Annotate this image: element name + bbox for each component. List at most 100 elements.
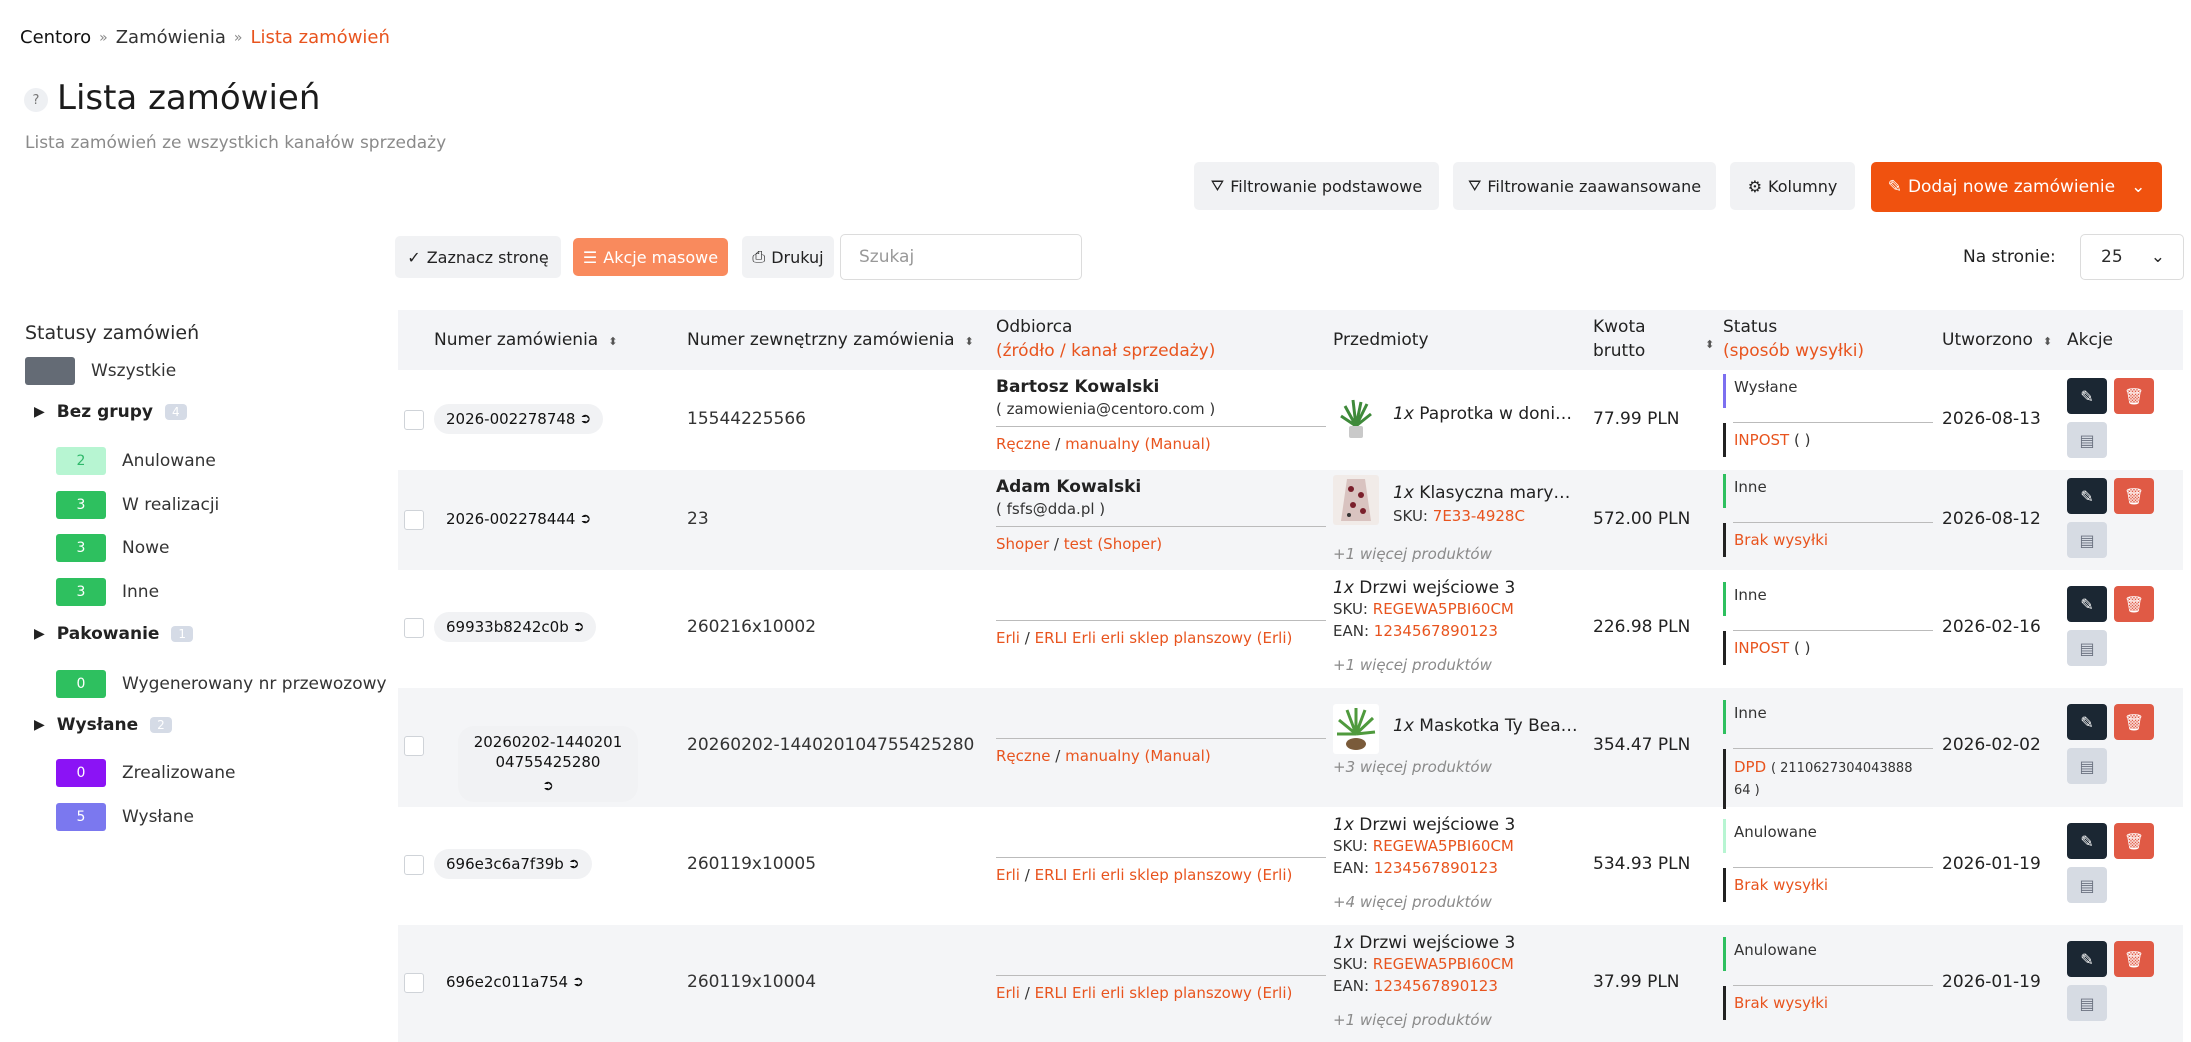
columns-button[interactable]: ⚙ Kolumny (1730, 162, 1855, 210)
order-amount: 226.98 PLN (1593, 617, 1691, 637)
filter-icon: ⛛ (1467, 176, 1482, 195)
header-status: Status (sposób wysyłki) (1723, 317, 1865, 361)
recipient: Erli / ERLI Erli erli sklep planszowy (E… (996, 969, 1326, 1002)
edit-icon: ✎ (1887, 177, 1902, 197)
status-wyslane[interactable]: 5 Wysłane (56, 803, 194, 831)
row-checkbox[interactable] (404, 410, 424, 430)
product-thumbnail-plant (1333, 704, 1379, 754)
status-count: 5 (56, 803, 106, 831)
delete-button[interactable]: 🗑 (2114, 941, 2154, 977)
delete-button[interactable]: 🗑 (2114, 704, 2154, 740)
status-inne[interactable]: 3 Inne (56, 578, 159, 606)
header-external-number[interactable]: Numer zewnętrzny zamówienia ⬍ (687, 328, 974, 354)
header-created[interactable]: Utworzono ⬍ (1942, 328, 2052, 354)
row-checkbox[interactable] (404, 855, 424, 875)
created-date: 2026-01-19 (1942, 972, 2041, 992)
table-row: 2026-002278748 ➲ 15544225566 Bartosz Kowa… (398, 370, 2183, 470)
arrow-circle-icon: ➲ (572, 619, 585, 635)
bulk-actions-button[interactable]: ☰ Akcje masowe (573, 238, 728, 276)
group-bez-grupy[interactable]: ▶ Bez grupy 4 (34, 402, 187, 422)
row-checkbox[interactable] (404, 973, 424, 993)
delete-button[interactable]: 🗑 (2114, 586, 2154, 622)
status-zrealizowane[interactable]: 0 Zrealizowane (56, 759, 235, 787)
group-pakowanie[interactable]: ▶ Pakowanie 1 (34, 624, 194, 644)
delete-button[interactable]: 🗑 (2114, 478, 2154, 514)
edit-button[interactable]: ✎ (2067, 478, 2107, 514)
order-number[interactable]: 20260202-144020104755425280 ➲ (458, 726, 638, 802)
row-checkbox[interactable] (404, 736, 424, 756)
status-nowe[interactable]: 3 Nowe (56, 534, 169, 562)
status-w-realizacji[interactable]: 3 W realizacji (56, 491, 219, 519)
sidebar-title: Statusy zamówień (25, 322, 200, 344)
order-number[interactable]: 69933b8242c0b ➲ (434, 612, 597, 642)
recipient: Adam Kowalski ( fsfs@dda.pl ) Shoper / t… (996, 476, 1326, 553)
group-wyslane[interactable]: ▶ Wysłane 2 (34, 715, 172, 735)
group-count-badge: 4 (165, 404, 187, 420)
delete-button[interactable]: 🗑 (2114, 823, 2154, 859)
delete-button[interactable]: 🗑 (2114, 378, 2154, 414)
document-button[interactable]: ▤ (2067, 422, 2107, 458)
edit-button[interactable]: ✎ (2067, 704, 2107, 740)
status-wygenerowany[interactable]: 0 Wygenerowany nr przewozowy (56, 670, 387, 698)
list-icon: ☰ (582, 247, 598, 267)
sort-icon: ⬍ (1705, 338, 1715, 351)
group-count-badge: 2 (150, 717, 172, 733)
help-icon[interactable]: ? (24, 88, 48, 112)
table-row: 696e3c6a7f39b ➲ 260119x10005 Erli / ERLI … (398, 807, 2183, 925)
order-number[interactable]: 696e2c011a754 ➲ (434, 967, 596, 997)
add-order-button[interactable]: ✎ Dodaj nowe zamówienie ⌄ (1871, 162, 2162, 212)
filter-basic-button[interactable]: ⛛ Filtrowanie podstawowe (1194, 162, 1439, 210)
breadcrumb-root[interactable]: Centoro (20, 27, 91, 48)
page-subtitle: Lista zamówień ze wszystkich kanałów spr… (25, 133, 447, 153)
row-checkbox[interactable] (404, 510, 424, 530)
edit-button[interactable]: ✎ (2067, 586, 2107, 622)
header-actions: Akcje (2067, 330, 2114, 350)
order-status: Inne INPOST ( ) (1723, 582, 1933, 665)
sort-icon: ⬍ (608, 335, 618, 348)
search-input[interactable]: Szukaj (840, 234, 1082, 280)
print-button[interactable]: ⎙ Drukuj (742, 236, 834, 278)
table-row: 69933b8242c0b ➲ 260216x10002 Erli / ERLI … (398, 570, 2183, 688)
order-amount: 37.99 PLN (1593, 972, 1680, 992)
row-checkbox[interactable] (404, 618, 424, 638)
item-cell: 1x Drzwi wejściowe 3 SKU: REGEWA5PBI60CM… (1333, 933, 1516, 1029)
created-date: 2026-01-19 (1942, 854, 2041, 874)
edit-button[interactable]: ✎ (2067, 823, 2107, 859)
table-row: 696e2c011a754 ➲ 260119x10004 Erli / ERLI … (398, 925, 2183, 1042)
status-anulowane[interactable]: 2 Anulowane (56, 447, 216, 475)
group-count-badge: 1 (171, 626, 194, 642)
order-number[interactable]: 696e3c6a7f39b ➲ (434, 849, 592, 879)
document-button[interactable]: ▤ (2067, 867, 2107, 903)
chevron-down-icon: ⌄ (2131, 177, 2146, 197)
select-page-button[interactable]: ✓ Zaznacz stronę (395, 236, 561, 278)
recipient: Bartosz Kowalski ( zamowienia@centoro.co… (996, 376, 1326, 453)
order-status: Inne Brak wysyłki (1723, 474, 1933, 557)
order-amount: 354.47 PLN (1593, 735, 1691, 755)
sort-icon: ⬍ (964, 335, 974, 348)
document-button[interactable]: ▤ (2067, 748, 2107, 784)
arrow-circle-icon: ➲ (572, 974, 584, 990)
edit-button[interactable]: ✎ (2067, 941, 2107, 977)
arrow-circle-icon: ➲ (579, 411, 592, 427)
header-order-number[interactable]: Numer zamówienia ⬍ (434, 328, 617, 354)
breadcrumb-orders[interactable]: Zamówienia (116, 27, 226, 48)
status-all[interactable]: Wszystkie (25, 357, 176, 385)
created-date: 2026-08-12 (1942, 509, 2041, 529)
status-count: 3 (56, 491, 106, 519)
order-number[interactable]: 2026-002278444 ➲ (434, 504, 603, 534)
external-number: 23 (687, 509, 709, 529)
filter-advanced-button[interactable]: ⛛ Filtrowanie zaawansowane (1453, 162, 1716, 210)
product-thumbnail-jacket (1333, 475, 1379, 525)
arrow-circle-icon: ➲ (542, 778, 554, 794)
chevron-right-icon: » (233, 29, 243, 46)
document-button[interactable]: ▤ (2067, 522, 2107, 558)
document-button[interactable]: ▤ (2067, 985, 2107, 1021)
table-row: 2026-002278444 ➲ 23 Adam Kowalski ( fsfs@… (398, 470, 2183, 570)
header-amount[interactable]: Kwota brutto ⬍ (1593, 315, 1715, 363)
status-count: 0 (56, 670, 106, 698)
edit-button[interactable]: ✎ (2067, 378, 2107, 414)
printer-icon: ⎙ (752, 247, 766, 266)
per-page-select[interactable]: 25 ⌄ (2080, 234, 2184, 280)
order-number[interactable]: 2026-002278748 ➲ (434, 404, 604, 434)
document-button[interactable]: ▤ (2067, 630, 2107, 666)
